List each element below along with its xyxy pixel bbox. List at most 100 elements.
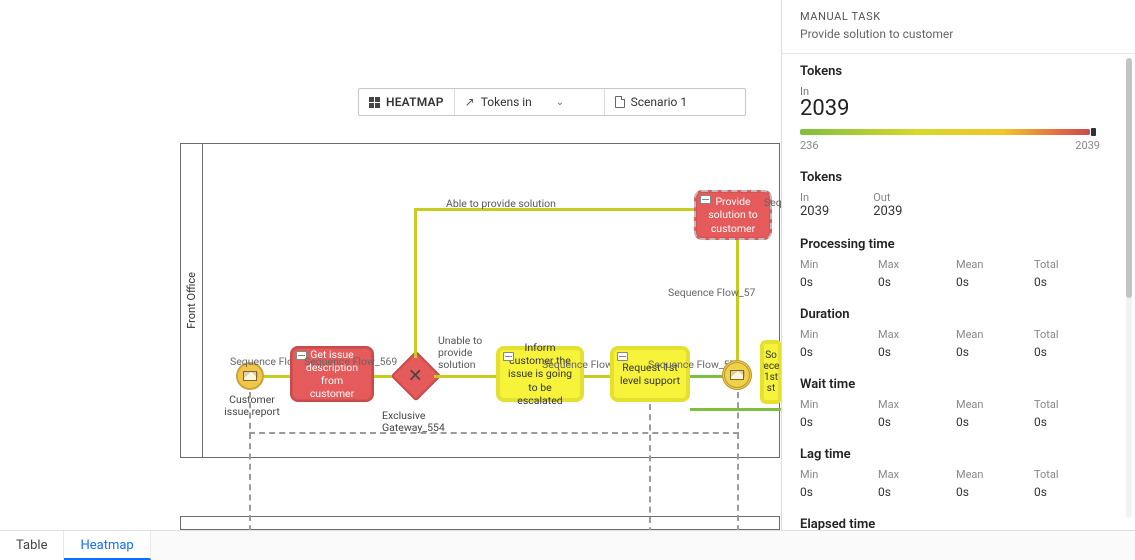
- seq-label-67: Sequence Flo: [230, 355, 293, 368]
- tokens-heatmap-section: Tokens In 2039 236 2039: [800, 64, 1117, 152]
- seq-label-569a: Sequence Flow_569: [304, 355, 397, 368]
- stat-value: 0s: [1034, 275, 1100, 289]
- start-event-label: Customer issue report: [222, 394, 282, 418]
- seq-label-fragment: Seq: [764, 196, 781, 209]
- flow-event-up: [736, 238, 739, 360]
- stat-label: Total: [1034, 328, 1100, 341]
- task-label: Provide solution to customer: [702, 195, 764, 234]
- scenario-label: Scenario 1: [631, 95, 687, 109]
- stat-value: 0s: [800, 275, 866, 289]
- scale-min: 236: [800, 139, 819, 152]
- section-title: Tokens: [800, 170, 1117, 185]
- manual-task-icon: [700, 195, 711, 204]
- duration-section: Duration Min Max Mean Total 0s 0s 0s 0s: [800, 307, 1117, 359]
- condition-unable: Unable to provide solution: [438, 335, 496, 371]
- stat-value: 2039: [873, 204, 902, 219]
- task-fragment[interactable]: So recei 1st st: [760, 340, 781, 404]
- grid-icon: [369, 97, 380, 108]
- heatmap-gradient: [800, 129, 1090, 135]
- intermediate-message-event[interactable]: [722, 360, 752, 390]
- task-label: Inform customer the issue is going to be…: [505, 341, 575, 407]
- stat-value: 0s: [878, 345, 944, 359]
- message-flow-start: [249, 392, 251, 530]
- tab-label: Table: [16, 538, 47, 553]
- stat-label: Mean: [956, 468, 1022, 481]
- lag-time-section: Lag time Min Max Mean Total 0s 0s 0s 0s: [800, 447, 1117, 499]
- flow-able-v: [414, 208, 417, 358]
- message-flow-horizontal: [249, 432, 739, 434]
- bottom-tabs: Table Heatmap: [0, 530, 1135, 560]
- wait-time-section: Wait time Min Max Mean Total 0s 0s 0s 0s: [800, 377, 1117, 429]
- tab-table[interactable]: Table: [0, 531, 64, 560]
- seq-label-57: Sequence Flow_57: [668, 286, 755, 299]
- section-title: Lag time: [800, 447, 1117, 462]
- stat-label: Min: [800, 398, 866, 411]
- task-request-support[interactable]: Request 1st level support: [610, 346, 690, 402]
- stat-value: 0s: [800, 485, 866, 499]
- section-title: Tokens: [800, 64, 1117, 79]
- stat-label: Mean: [956, 258, 1022, 271]
- flow-start-to-task: [264, 375, 292, 378]
- stat-value: 0s: [878, 275, 944, 289]
- stat-value: 0s: [878, 415, 944, 429]
- metric-dropdown[interactable]: ↗ Tokens in ⌄: [455, 89, 605, 115]
- panel-body: Tokens In 2039 236 2039 Tokens In 2039 O…: [782, 54, 1135, 560]
- stat-value: 0s: [956, 485, 1022, 499]
- arrow-in-icon: ↗: [465, 95, 475, 109]
- stat-value: 0s: [956, 275, 1022, 289]
- metric-label: Tokens in: [481, 95, 532, 109]
- message-flow-event: [737, 392, 739, 530]
- stat-label: Total: [1034, 468, 1100, 481]
- stat-value: 0s: [1034, 345, 1100, 359]
- task-inform-customer[interactable]: Inform customer the issue is going to be…: [496, 346, 584, 402]
- chevron-down-icon: ⌄: [556, 97, 564, 108]
- document-icon: [615, 96, 625, 108]
- stat-value: 0s: [878, 485, 944, 499]
- stat-label: Min: [800, 258, 866, 271]
- task-provide-solution[interactable]: Provide solution to customer: [694, 190, 772, 240]
- scrollbar-thumb[interactable]: [1126, 58, 1132, 298]
- gateway-x-icon: ✕: [408, 366, 423, 387]
- stat-label: Mean: [956, 398, 1022, 411]
- stat-label: Mean: [956, 328, 1022, 341]
- processing-time-section: Processing time Min Max Mean Total 0s 0s…: [800, 237, 1117, 289]
- tokens-in-value: 2039: [800, 96, 1117, 121]
- tokens-in-col: In 2039: [800, 191, 829, 219]
- heatmap-toolbar: HEATMAP ↗ Tokens in ⌄ Scenario 1: [358, 88, 746, 116]
- stat-label: Max: [878, 398, 944, 411]
- scale-max: 2039: [1075, 139, 1100, 152]
- message-icon: [243, 371, 257, 381]
- stat-label: In: [800, 191, 829, 204]
- stat-label: Max: [878, 258, 944, 271]
- flow-green-out: [690, 408, 781, 411]
- stat-value: 0s: [1034, 485, 1100, 499]
- gateway-label: Exclusive Gateway_554: [382, 410, 472, 434]
- panel-name: Provide solution to customer: [800, 27, 1117, 41]
- stat-label: Out: [873, 191, 902, 204]
- stat-label: Total: [1034, 258, 1100, 271]
- gradient-marker: [1091, 128, 1096, 136]
- section-title: Duration: [800, 307, 1117, 322]
- lane-title: Front Office: [185, 272, 198, 329]
- scenario-dropdown[interactable]: Scenario 1: [605, 89, 745, 115]
- stat-label: Min: [800, 468, 866, 481]
- task-label: So recei 1st st: [760, 350, 781, 394]
- stat-label: Total: [1034, 398, 1100, 411]
- lane-title-column: Front Office: [181, 144, 203, 457]
- stat-value: 0s: [1034, 415, 1100, 429]
- stat-value: 2039: [800, 204, 829, 219]
- stat-label: Min: [800, 328, 866, 341]
- lane-frame-bottom: [180, 516, 780, 530]
- stat-label: Max: [878, 468, 944, 481]
- flow-unable-h: [434, 375, 496, 378]
- diagram-canvas[interactable]: HEATMAP ↗ Tokens in ⌄ Scenario 1 Front O…: [0, 0, 781, 530]
- message-icon: [730, 370, 744, 380]
- details-panel: MANUAL TASK Provide solution to customer…: [781, 0, 1135, 560]
- message-flow-request: [649, 404, 651, 530]
- tab-heatmap[interactable]: Heatmap: [64, 531, 150, 560]
- manual-task-icon: [503, 352, 514, 361]
- panel-scrollbar[interactable]: [1126, 58, 1132, 518]
- heatmap-mode-button[interactable]: HEATMAP: [359, 89, 455, 115]
- gradient-scale: 236 2039: [800, 139, 1100, 152]
- tab-label: Heatmap: [80, 538, 133, 553]
